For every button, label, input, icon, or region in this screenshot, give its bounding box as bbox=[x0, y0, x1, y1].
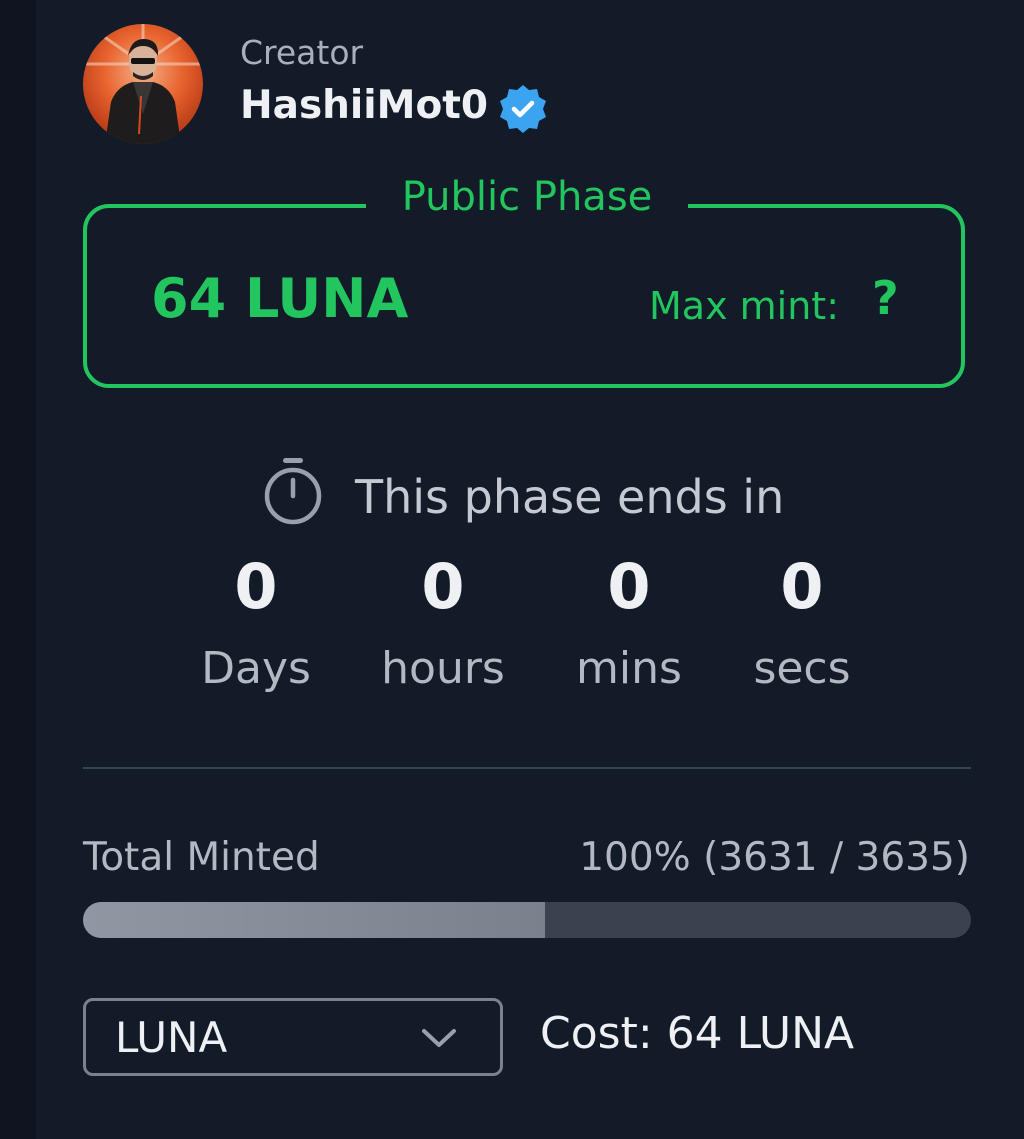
creator-avatar[interactable] bbox=[83, 24, 203, 144]
phase-ends-label: This phase ends in bbox=[355, 470, 785, 524]
phase-price: 64 LUNA bbox=[151, 267, 409, 330]
creator-name[interactable]: HashiiMot0 bbox=[240, 83, 488, 129]
countdown-mins-label: mins bbox=[576, 643, 682, 694]
cost-text: Cost: 64 LUNA bbox=[540, 1008, 855, 1059]
total-minted-value: 100% (3631 / 3635) bbox=[579, 835, 970, 880]
chevron-down-icon bbox=[420, 1023, 458, 1053]
countdown-days: 0 bbox=[234, 550, 278, 623]
countdown-secs: 0 bbox=[780, 550, 824, 623]
verified-badge-icon bbox=[497, 83, 549, 135]
mint-progress-bar bbox=[83, 902, 971, 938]
currency-select[interactable]: LUNA bbox=[83, 998, 503, 1076]
countdown-mins: 0 bbox=[607, 550, 651, 623]
phase-title: Public Phase bbox=[366, 172, 688, 222]
countdown-secs-label: secs bbox=[753, 643, 851, 694]
stopwatch-icon bbox=[262, 456, 324, 526]
creator-label: Creator bbox=[240, 33, 364, 72]
currency-selected-value: LUNA bbox=[115, 1013, 228, 1062]
max-mint-value: ? bbox=[872, 271, 899, 325]
mint-progress-fill bbox=[83, 902, 545, 938]
countdown-hours-label: hours bbox=[381, 643, 505, 694]
countdown-hours: 0 bbox=[421, 550, 465, 623]
max-mint-label: Max mint: bbox=[649, 284, 839, 328]
countdown-days-label: Days bbox=[201, 643, 311, 694]
divider bbox=[83, 767, 971, 769]
total-minted-label: Total Minted bbox=[83, 835, 320, 880]
page-edge bbox=[0, 0, 36, 1139]
